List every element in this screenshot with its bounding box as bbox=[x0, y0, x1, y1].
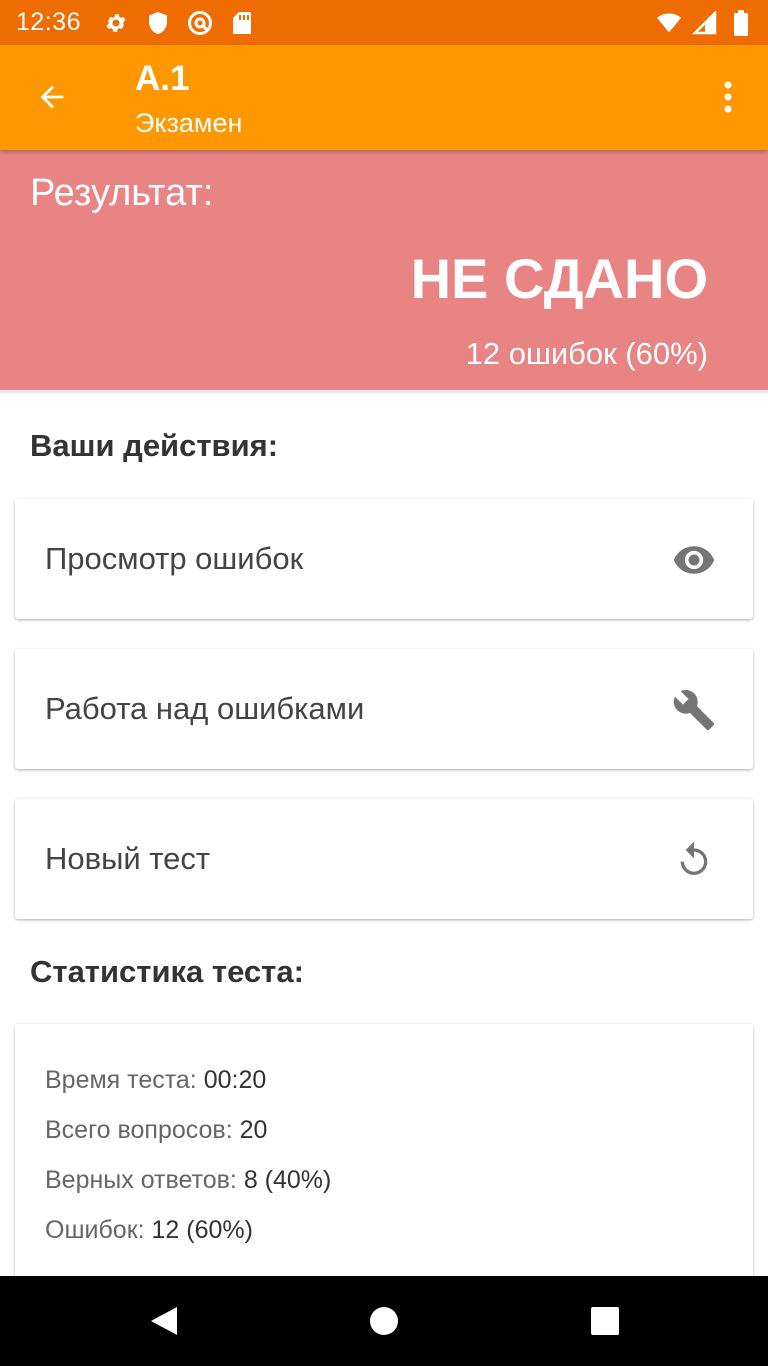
action-label: Работа над ошибками bbox=[45, 691, 365, 726]
home-circle-icon bbox=[370, 1307, 398, 1335]
at-sign-icon bbox=[187, 10, 213, 36]
stat-value: 20 bbox=[239, 1116, 268, 1144]
action-label: Новый тест bbox=[45, 841, 211, 876]
more-vertical-icon bbox=[724, 81, 732, 113]
sd-card-icon bbox=[229, 10, 255, 36]
stats-title: Статистика теста: bbox=[30, 954, 304, 989]
actions-title: Ваши действия: bbox=[30, 428, 279, 463]
recents-square-icon bbox=[591, 1307, 619, 1335]
stat-row-mistakes: Ошибок: 12 (60%) bbox=[45, 1216, 253, 1245]
new-test-button[interactable]: Новый тест bbox=[15, 799, 753, 919]
result-panel: Результат: НЕ СДАНО 12 ошибок (60%) bbox=[0, 150, 768, 393]
stat-row-total-questions: Всего вопросов: 20 bbox=[45, 1116, 267, 1145]
result-status: НЕ СДАНО bbox=[410, 247, 708, 310]
nav-home-button[interactable] bbox=[364, 1301, 404, 1341]
arrow-left-icon bbox=[40, 85, 64, 109]
stat-label: Ошибок: bbox=[45, 1216, 152, 1244]
stat-value: 12 (60%) bbox=[151, 1216, 253, 1244]
back-button[interactable] bbox=[20, 67, 84, 127]
battery-icon bbox=[728, 9, 754, 36]
navigation-bar bbox=[0, 1276, 768, 1366]
status-bar: 12:36 bbox=[0, 0, 768, 45]
shield-icon bbox=[145, 10, 171, 36]
result-label: Результат: bbox=[30, 172, 214, 214]
cell-signal-icon bbox=[692, 10, 718, 36]
wrench-icon bbox=[671, 687, 717, 733]
more-options-button[interactable] bbox=[704, 67, 752, 127]
eye-icon bbox=[671, 537, 717, 583]
back-triangle-icon bbox=[151, 1307, 177, 1335]
result-detail: 12 ошибок (60%) bbox=[465, 336, 708, 371]
status-bar-left: 12:36 bbox=[16, 8, 271, 37]
app-title: A.1 bbox=[135, 59, 190, 98]
app-bar: A.1 Экзамен bbox=[0, 45, 768, 150]
app-subtitle: Экзамен bbox=[135, 108, 243, 138]
stat-row-test-time: Время теста: 00:20 bbox=[45, 1066, 266, 1095]
stat-row-correct-answers: Верных ответов: 8 (40%) bbox=[45, 1166, 331, 1195]
stat-label: Всего вопросов: bbox=[45, 1116, 240, 1144]
wifi-icon bbox=[656, 10, 682, 36]
gear-icon bbox=[103, 10, 129, 36]
stat-label: Время теста: bbox=[45, 1066, 204, 1094]
status-time: 12:36 bbox=[16, 8, 82, 36]
stat-value: 00:20 bbox=[203, 1066, 267, 1094]
screen: 12:36 A.1 Экзамен Результат: НЕ СДАНО 12… bbox=[0, 0, 768, 1366]
work-on-mistakes-button[interactable]: Работа над ошибками bbox=[15, 649, 753, 769]
action-label: Просмотр ошибок bbox=[45, 541, 304, 576]
stat-value: 8 (40%) bbox=[243, 1166, 332, 1194]
nav-recents-button[interactable] bbox=[585, 1301, 625, 1341]
view-mistakes-button[interactable]: Просмотр ошибок bbox=[15, 499, 753, 619]
status-bar-right bbox=[646, 9, 754, 36]
stat-label: Верных ответов: bbox=[45, 1166, 244, 1194]
refresh-icon bbox=[671, 837, 717, 883]
nav-back-button[interactable] bbox=[144, 1301, 184, 1341]
